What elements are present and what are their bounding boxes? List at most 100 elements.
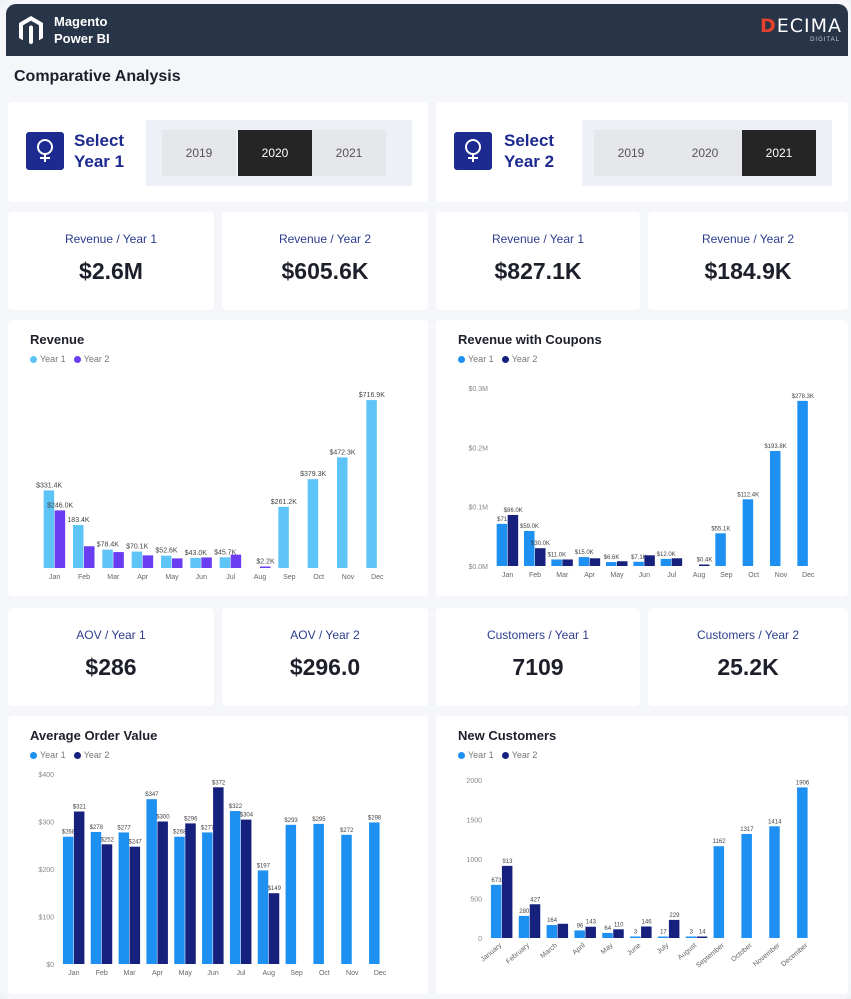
- x-tick-label: Sep: [290, 970, 303, 977]
- kpi-label: AOV / Year 1: [76, 628, 146, 642]
- chart-bar: [229, 811, 241, 964]
- data-label: $6.6K: [604, 555, 620, 561]
- x-tick-label: Apr: [137, 574, 149, 581]
- chart-bar: [529, 904, 541, 938]
- data-label: 427: [530, 897, 541, 903]
- data-label: $298: [368, 815, 382, 821]
- x-tick-label: Feb: [96, 970, 108, 977]
- chart-bar: [213, 787, 224, 964]
- kpi-value: $605.6K: [281, 258, 369, 284]
- data-label: $7.1K: [631, 555, 647, 561]
- x-tick-label: Jun: [207, 970, 218, 977]
- data-label: $246.0K: [47, 502, 73, 509]
- chart-bar: [496, 523, 508, 566]
- x-tick-label: Dec: [374, 970, 387, 977]
- data-label: $261.2K: [271, 499, 297, 506]
- data-label: 183.4K: [67, 517, 90, 524]
- chart-bar: [741, 833, 752, 938]
- data-label: 913: [502, 859, 513, 865]
- data-label: 17: [660, 930, 667, 936]
- chart-bar: [574, 930, 585, 938]
- decima-logo: DECIMA DIGITAL: [758, 13, 842, 47]
- year2-option-2019[interactable]: 2019: [594, 130, 668, 176]
- revenue-chart-card: Revenue Year 1 Year 2 Jan $331.4K $246.0K F…: [8, 320, 428, 596]
- filter-icon: [26, 132, 64, 170]
- filter-icon: [454, 132, 492, 170]
- chart-bar: [113, 552, 124, 568]
- chart-bar: [190, 557, 201, 568]
- data-label: $197: [257, 863, 271, 869]
- chart-bar: [671, 558, 683, 566]
- year1-selector-card: Select Year 1 2019 2020 2021: [8, 102, 428, 202]
- year2-option-2021[interactable]: 2021: [742, 130, 816, 176]
- chart-bar: [518, 915, 530, 938]
- select-year1-label-line2: Year 1: [74, 152, 125, 171]
- data-label: $272: [340, 828, 354, 834]
- chart-bar: [562, 559, 573, 566]
- chart-bar: [230, 554, 242, 568]
- chart-bar: [696, 936, 708, 938]
- data-label: 146: [642, 919, 653, 925]
- year1-option-2020[interactable]: 2020: [238, 130, 312, 176]
- x-tick-label: May: [165, 574, 179, 581]
- chart-bar: [84, 546, 95, 568]
- x-tick-label: February: [505, 942, 531, 966]
- chart-bar: [797, 400, 808, 566]
- chart-bar: [268, 893, 280, 964]
- chart-bar: [146, 799, 157, 964]
- data-label: 110: [614, 922, 624, 928]
- x-tick-label: Oct: [319, 970, 330, 977]
- chart-bar: [699, 564, 710, 566]
- data-label: $277: [201, 825, 215, 831]
- year1-option-2019[interactable]: 2019: [162, 130, 236, 176]
- kpi-label: AOV / Year 2: [290, 628, 360, 642]
- data-label: 96: [577, 923, 584, 929]
- kpi-value: 7109: [512, 654, 564, 680]
- data-label: $43.0K: [185, 550, 208, 557]
- new-customers-chart-card: New Customers Year 1 Year 2 0 500 1000 1500…: [436, 716, 848, 994]
- x-tick-label: Aug: [254, 574, 267, 581]
- y-tick-label: 1000: [466, 857, 482, 864]
- data-label: $112.4K: [737, 492, 759, 498]
- x-tick-label: Dec: [371, 574, 384, 581]
- year2-option-2020[interactable]: 2020: [668, 130, 742, 176]
- data-label: $295: [312, 817, 326, 823]
- chart-bar: [118, 832, 130, 964]
- x-tick-label: May: [600, 942, 615, 956]
- chart-bar: [630, 936, 641, 938]
- select-year2-label-line1: Select: [504, 131, 555, 150]
- kpi-card: AOV / Year 2 $296.0: [222, 608, 428, 706]
- chart-bar: [578, 557, 590, 566]
- x-tick-label: October: [730, 942, 754, 964]
- kpi-value: $296.0: [289, 654, 361, 680]
- chart-bar: [535, 548, 546, 566]
- chart-bar: [546, 925, 558, 938]
- data-label: 673: [491, 878, 502, 884]
- x-tick-label: Feb: [529, 572, 541, 579]
- kpi-card: Revenue / Year 1 $2.6M: [8, 212, 214, 310]
- year1-option-2021[interactable]: 2021: [312, 130, 386, 176]
- chart-bar: [202, 832, 213, 964]
- data-label: 64: [604, 926, 611, 932]
- chart-bar: [201, 557, 212, 568]
- chart-bar: [557, 923, 569, 938]
- data-label: 1317: [740, 827, 754, 833]
- x-tick-label: April: [571, 942, 587, 957]
- data-label: 1414: [768, 819, 782, 825]
- select-year2-label-line2: Year 2: [504, 152, 555, 171]
- data-label: $55.1K: [711, 526, 730, 532]
- x-tick-label: Apr: [584, 572, 596, 579]
- year2-slicer: 2019 2020 2021: [582, 120, 832, 186]
- y-tick-label: $100: [38, 915, 54, 922]
- x-tick-label: Feb: [78, 574, 90, 581]
- x-tick-label: Jan: [68, 970, 79, 977]
- kpi-card: Revenue / Year 2 $605.6K: [222, 212, 428, 310]
- chart-bar: [131, 551, 143, 568]
- kpi-label: Customers / Year 1: [486, 628, 590, 642]
- header-bar: Magento Power BI DECIMA DIGITAL: [6, 4, 848, 56]
- y-tick-label: $0.2M: [469, 445, 489, 452]
- chart-bar: [490, 884, 502, 938]
- chart-bar: [102, 549, 113, 568]
- chart-bar: [366, 400, 377, 568]
- app-name-line1: Magento: [54, 14, 108, 29]
